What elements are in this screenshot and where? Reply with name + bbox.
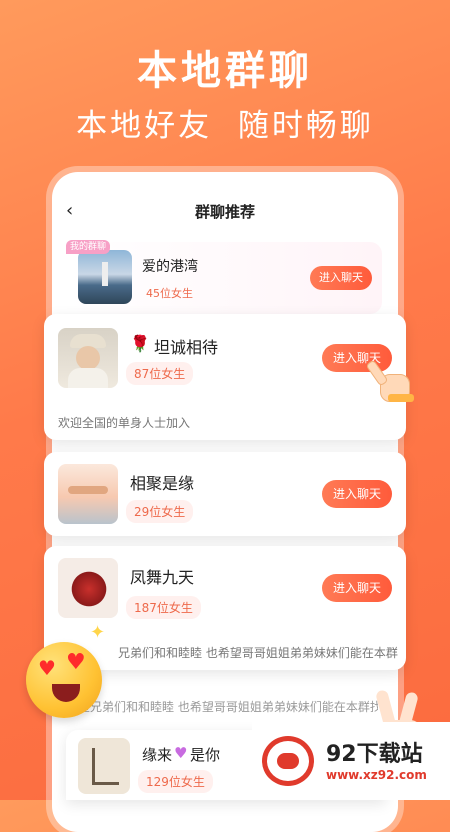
watermark-name: 92下载站 — [326, 742, 423, 767]
group-avatar — [78, 738, 130, 794]
group-name: 坦诚相待 — [154, 338, 219, 357]
rose-icon: 🌹 — [130, 334, 150, 353]
female-count: 87位女生 — [126, 362, 194, 385]
group-avatar — [58, 328, 118, 388]
heart-eyes-emoji-icon: ♥ ♥ — [26, 642, 102, 718]
group-name: 缘来 — [142, 746, 173, 764]
group-description: 兄弟们和和睦睦 也希望哥哥姐姐弟弟妹妹们能在本群找... — [118, 646, 398, 660]
female-count: 45位女生 — [146, 287, 193, 300]
sparkle-icon: ✦ — [90, 622, 106, 643]
watermark-logo-icon — [262, 736, 314, 786]
watermark: 92下载站 www.xz92.com — [252, 722, 450, 800]
group-avatar — [78, 250, 132, 304]
group-description: 望兄弟们和和睦睦 也希望哥哥姐姐弟弟妹妹们能在本群找... — [78, 700, 378, 714]
group-name: 是你 — [190, 746, 221, 764]
watermark-url: www.xz92.com — [326, 768, 427, 782]
group-card-2[interactable]: 🌹 坦诚相待 87位女生 进入聊天 欢迎全国的单身人士加入 — [44, 314, 406, 440]
group-card-3[interactable]: 相聚是缘 29位女生 进入聊天 — [44, 452, 406, 536]
group-name: 爱的港湾 — [142, 259, 198, 275]
group-name: 凤舞九天 — [130, 568, 195, 587]
join-chat-button[interactable]: 进入聊天 — [322, 480, 392, 508]
join-chat-button[interactable]: 进入聊天 — [310, 266, 372, 290]
group-description: 欢迎全国的单身人士加入 — [58, 416, 191, 430]
group-card-1[interactable]: 爱的港湾 45位女生 进入聊天 — [66, 242, 382, 314]
group-name: 相聚是缘 — [130, 474, 195, 493]
purple-heart-icon: ♥ — [174, 744, 188, 762]
hero-title: 本地群聊 — [137, 48, 313, 94]
hero-subtitle: 本地好友 随时畅聊 — [76, 108, 374, 144]
pointing-hand-icon — [365, 359, 414, 402]
female-count: 29位女生 — [126, 500, 194, 523]
page-title: 群聊推荐 — [194, 203, 255, 221]
my-group-badge: 我的群聊 — [66, 240, 110, 254]
group-card-4[interactable]: 凤舞九天 187位女生 进入聊天 兄弟们和和睦睦 也希望哥哥姐姐弟弟妹妹们能在本… — [44, 546, 406, 670]
group-avatar — [58, 558, 118, 618]
group-avatar — [58, 464, 118, 524]
join-chat-button[interactable]: 进入聊天 — [322, 574, 392, 602]
female-count: 187位女生 — [126, 596, 201, 619]
female-count: 129位女生 — [138, 770, 213, 793]
